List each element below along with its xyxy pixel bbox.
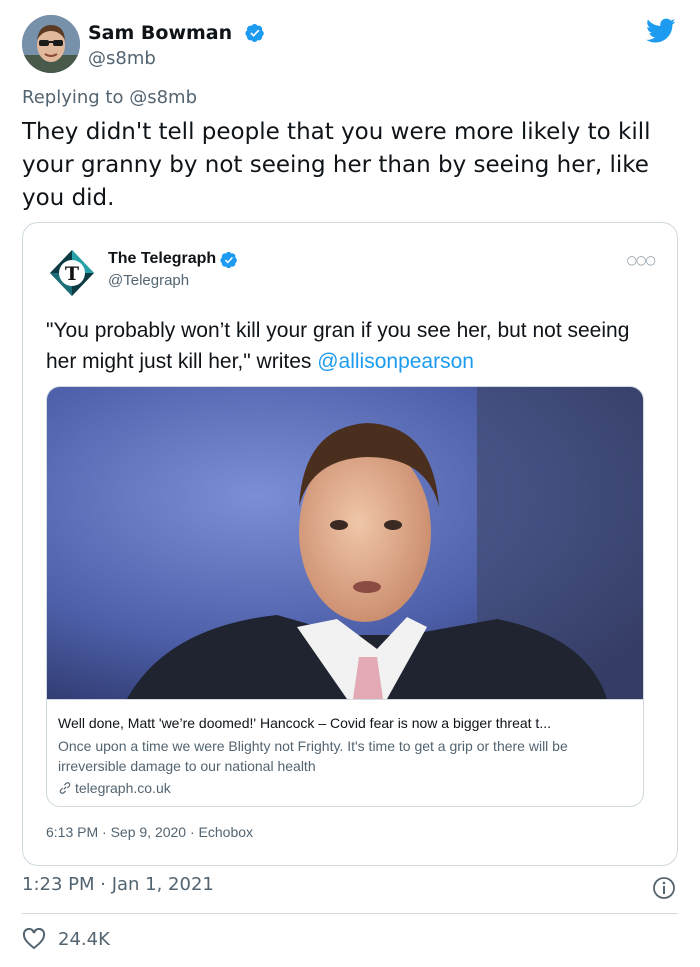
card-title[interactable]: Well done, Matt 'we’re doomed!' Hancock … (58, 714, 633, 733)
divider (22, 913, 678, 914)
mention-link[interactable]: @allisonpearson (317, 350, 474, 373)
tweet-text: They didn't tell people that you were mo… (22, 119, 651, 211)
replying-prefix: Replying to (22, 87, 124, 108)
replying-to-link[interactable]: @s8mb (129, 87, 197, 108)
author-name[interactable]: Sam Bowman (88, 22, 232, 44)
card-description: Once upon a time we were Blighty not Fri… (58, 738, 568, 774)
quoted-tweet[interactable]: T The Telegraph @Telegraph ○○○ "You prob… (22, 222, 678, 866)
replying-to-line: Replying to @s8mb (22, 87, 197, 108)
link-card[interactable]: Well done, Matt 'we’re doomed!' Hancock … (46, 386, 644, 807)
tweet-timestamp[interactable]: 1:23 PM · Jan 1, 2021 (22, 874, 214, 895)
verified-badge-icon (220, 251, 237, 269)
card-body: Well done, Matt 'we’re doomed!' Hancock … (47, 699, 643, 806)
heart-icon (22, 928, 46, 950)
author-handle[interactable]: @s8mb (88, 48, 156, 69)
quoted-author-handle[interactable]: @Telegraph (108, 272, 189, 289)
verified-badge-icon (245, 24, 264, 42)
card-domain[interactable]: telegraph.co.uk (58, 778, 633, 798)
twitter-bird-icon[interactable] (646, 18, 676, 44)
telegraph-avatar[interactable]: T (46, 247, 98, 299)
quoted-text: "You probably won’t kill your gran if yo… (46, 315, 646, 377)
more-icon[interactable]: ○○○ (627, 253, 656, 267)
svg-text:T: T (65, 263, 79, 285)
link-icon (59, 782, 71, 794)
like-button[interactable]: 24.4K (22, 928, 110, 950)
like-count: 24.4K (58, 928, 110, 950)
quoted-meta[interactable]: 6:13 PM · Sep 9, 2020 · Echobox (46, 824, 253, 840)
card-image (47, 387, 643, 699)
avatar[interactable] (22, 15, 80, 73)
info-icon[interactable] (652, 876, 676, 900)
quoted-author-name[interactable]: The Telegraph (108, 250, 216, 268)
card-domain-text: telegraph.co.uk (75, 780, 171, 796)
tweet-header: Sam Bowman @s8mb (22, 14, 682, 78)
